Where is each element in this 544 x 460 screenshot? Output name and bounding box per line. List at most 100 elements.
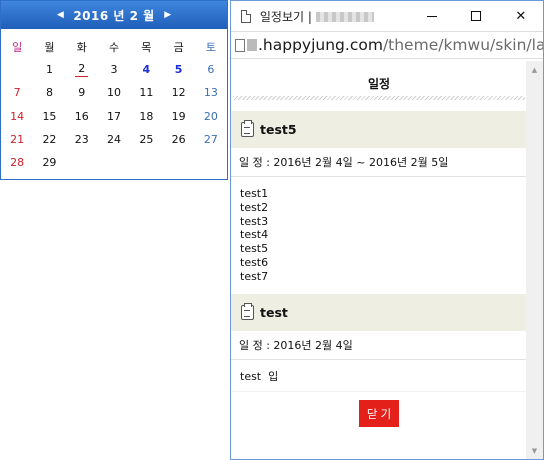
calendar-day-number: 5 <box>174 63 183 77</box>
page-icon <box>241 9 251 23</box>
calendar-day[interactable]: 27 <box>195 128 227 151</box>
event-title-row: test <box>231 293 527 331</box>
calendar-day[interactable]: 25 <box>130 128 162 151</box>
calendar-day-number: 28 <box>10 156 25 170</box>
schedule-content: 일정 test5 일 정 : 2016년 2월 4일 ~ 2016년 2월 5일 t… <box>231 61 527 459</box>
calendar-day[interactable]: 24 <box>98 128 130 151</box>
clipboard-icon <box>241 120 254 137</box>
calendar-day[interactable]: 22 <box>33 128 65 151</box>
event-description: test1 test2 test3 test4 test5 test6 test7 <box>231 177 527 294</box>
calendar-day[interactable]: 19 <box>162 105 194 128</box>
calendar-day-number: 8 <box>45 86 53 100</box>
event-date: 일 정 : 2016년 2월 4일 <box>231 331 527 360</box>
calendar-day-number: 19 <box>171 109 186 123</box>
weekday-label: 수 <box>108 40 120 54</box>
calendar-day[interactable]: 3 <box>98 58 130 81</box>
calendar-day-number: 4 <box>142 63 151 77</box>
calendar-day[interactable]: 10 <box>98 81 130 104</box>
event-list: test5 일 정 : 2016년 2월 4일 ~ 2016년 2월 5일 test… <box>231 111 527 391</box>
calendar-day[interactable]: 2 <box>66 58 98 81</box>
vertical-scrollbar[interactable]: ▲ ▼ <box>526 61 543 459</box>
calendar-day[interactable]: 11 <box>130 81 162 104</box>
event-description-line: test2 <box>240 200 269 214</box>
calendar-day[interactable]: 1 <box>33 58 65 81</box>
close-icon: ✕ <box>515 8 527 24</box>
event-date: 일 정 : 2016년 2월 4일 ~ 2016년 2월 5일 <box>231 148 527 177</box>
calendar-day-number: 24 <box>107 132 122 146</box>
address-bar[interactable]: .happyjung.com/theme/kmwu/skin/lat <box>231 31 543 59</box>
calendar-day[interactable]: 23 <box>66 128 98 151</box>
calendar-day[interactable]: 21 <box>1 128 33 151</box>
event-title-row: test5 <box>231 111 527 148</box>
calendar-day[interactable]: 17 <box>98 105 130 128</box>
calendar-day[interactable]: 20 <box>195 105 227 128</box>
calendar-day[interactable]: 18 <box>130 105 162 128</box>
mini-calendar: ◀ 2016 년 2 월 ▶ 일 월 화 수 목 금 토 1 2 3 4 5 6 7 8 9 10 11 12 13 1… <box>0 0 228 180</box>
calendar-header: ◀ 2016 년 2 월 ▶ <box>1 1 227 29</box>
weekday-label: 일 <box>12 40 23 54</box>
calendar-grid: 일 월 화 수 목 금 토 1 2 3 4 5 6 7 8 9 10 11 12 13 14 15 16 17 18 19 20 21… <box>1 35 227 174</box>
calendar-empty-cell <box>66 151 98 174</box>
weekday-label: 화 <box>76 40 87 54</box>
weekday-label: 월 <box>44 40 55 54</box>
calendar-day[interactable]: 9 <box>66 81 98 104</box>
calendar-day-number: 23 <box>74 132 89 146</box>
calendar-day[interactable]: 28 <box>1 151 33 174</box>
maximize-button[interactable] <box>454 1 498 31</box>
calendar-day-number: 12 <box>171 86 186 100</box>
calendar-day[interactable]: 16 <box>66 105 98 128</box>
scroll-down-icon[interactable]: ▼ <box>526 442 543 459</box>
calendar-day-number: 15 <box>42 109 57 123</box>
page-icon <box>235 38 245 52</box>
calendar-day-number: 20 <box>203 109 218 123</box>
calendar-empty-cell <box>195 151 227 174</box>
minimize-button[interactable] <box>410 1 454 31</box>
calendar-day-number: 26 <box>171 132 186 146</box>
calendar-empty-cell <box>162 151 194 174</box>
address-url[interactable]: .happyjung.com/theme/kmwu/skin/lat <box>258 36 543 54</box>
calendar-day-number: 2 <box>75 62 89 78</box>
calendar-day[interactable]: 13 <box>195 81 227 104</box>
schedule-popup-window: 일정보기 | ✕ .happyjung.com/theme/kmwu/skin/… <box>230 0 544 460</box>
calendar-day[interactable]: 4 <box>130 58 162 81</box>
calendar-day[interactable]: 8 <box>33 81 65 104</box>
event-description-line: test 입 <box>240 369 279 383</box>
scroll-up-icon[interactable]: ▲ <box>526 61 543 78</box>
calendar-day[interactable]: 15 <box>33 105 65 128</box>
window-titlebar: 일정보기 | ✕ <box>231 1 543 31</box>
calendar-day-number: 29 <box>42 156 57 170</box>
calendar-day-number: 22 <box>42 132 57 146</box>
calendar-day-number: 14 <box>10 109 25 123</box>
close-window-button[interactable]: ✕ <box>499 1 543 31</box>
calendar-day-number: 25 <box>139 132 154 146</box>
calendar-day-number: 11 <box>139 86 154 100</box>
calendar-day[interactable]: 6 <box>195 58 227 81</box>
calendar-day-number: 17 <box>107 109 122 123</box>
prev-month-icon[interactable]: ◀ <box>53 10 67 20</box>
weekday-label: 목 <box>141 40 152 54</box>
calendar-day-number: 10 <box>107 86 122 100</box>
weekday-label: 토 <box>205 40 216 54</box>
calendar-day-number: 21 <box>10 132 25 146</box>
calendar-day-number: 3 <box>110 63 118 77</box>
blurred-title-text <box>315 12 374 22</box>
blurred-address-text <box>247 39 257 51</box>
calendar-day[interactable]: 29 <box>33 151 65 174</box>
close-button[interactable]: 닫 기 <box>359 400 399 428</box>
calendar-day-number: 18 <box>139 109 154 123</box>
calendar-day-number: 13 <box>203 86 218 100</box>
calendar-day[interactable]: 7 <box>1 81 33 104</box>
calendar-day[interactable]: 12 <box>162 81 194 104</box>
calendar-day[interactable]: 14 <box>1 105 33 128</box>
calendar-empty-cell <box>98 151 130 174</box>
event-description: test 입 <box>231 360 527 392</box>
calendar-day-number: 27 <box>203 132 218 146</box>
calendar-day[interactable]: 5 <box>162 58 194 81</box>
event-description-line: test1 <box>240 187 269 200</box>
calendar-month-title: 2016 년 2 월 <box>73 8 155 23</box>
weekday-label: 금 <box>173 40 184 54</box>
event-title: test5 <box>260 122 297 137</box>
calendar-day[interactable]: 26 <box>162 128 194 151</box>
clipboard-icon <box>241 302 254 320</box>
next-month-icon[interactable]: ▶ <box>161 10 175 20</box>
